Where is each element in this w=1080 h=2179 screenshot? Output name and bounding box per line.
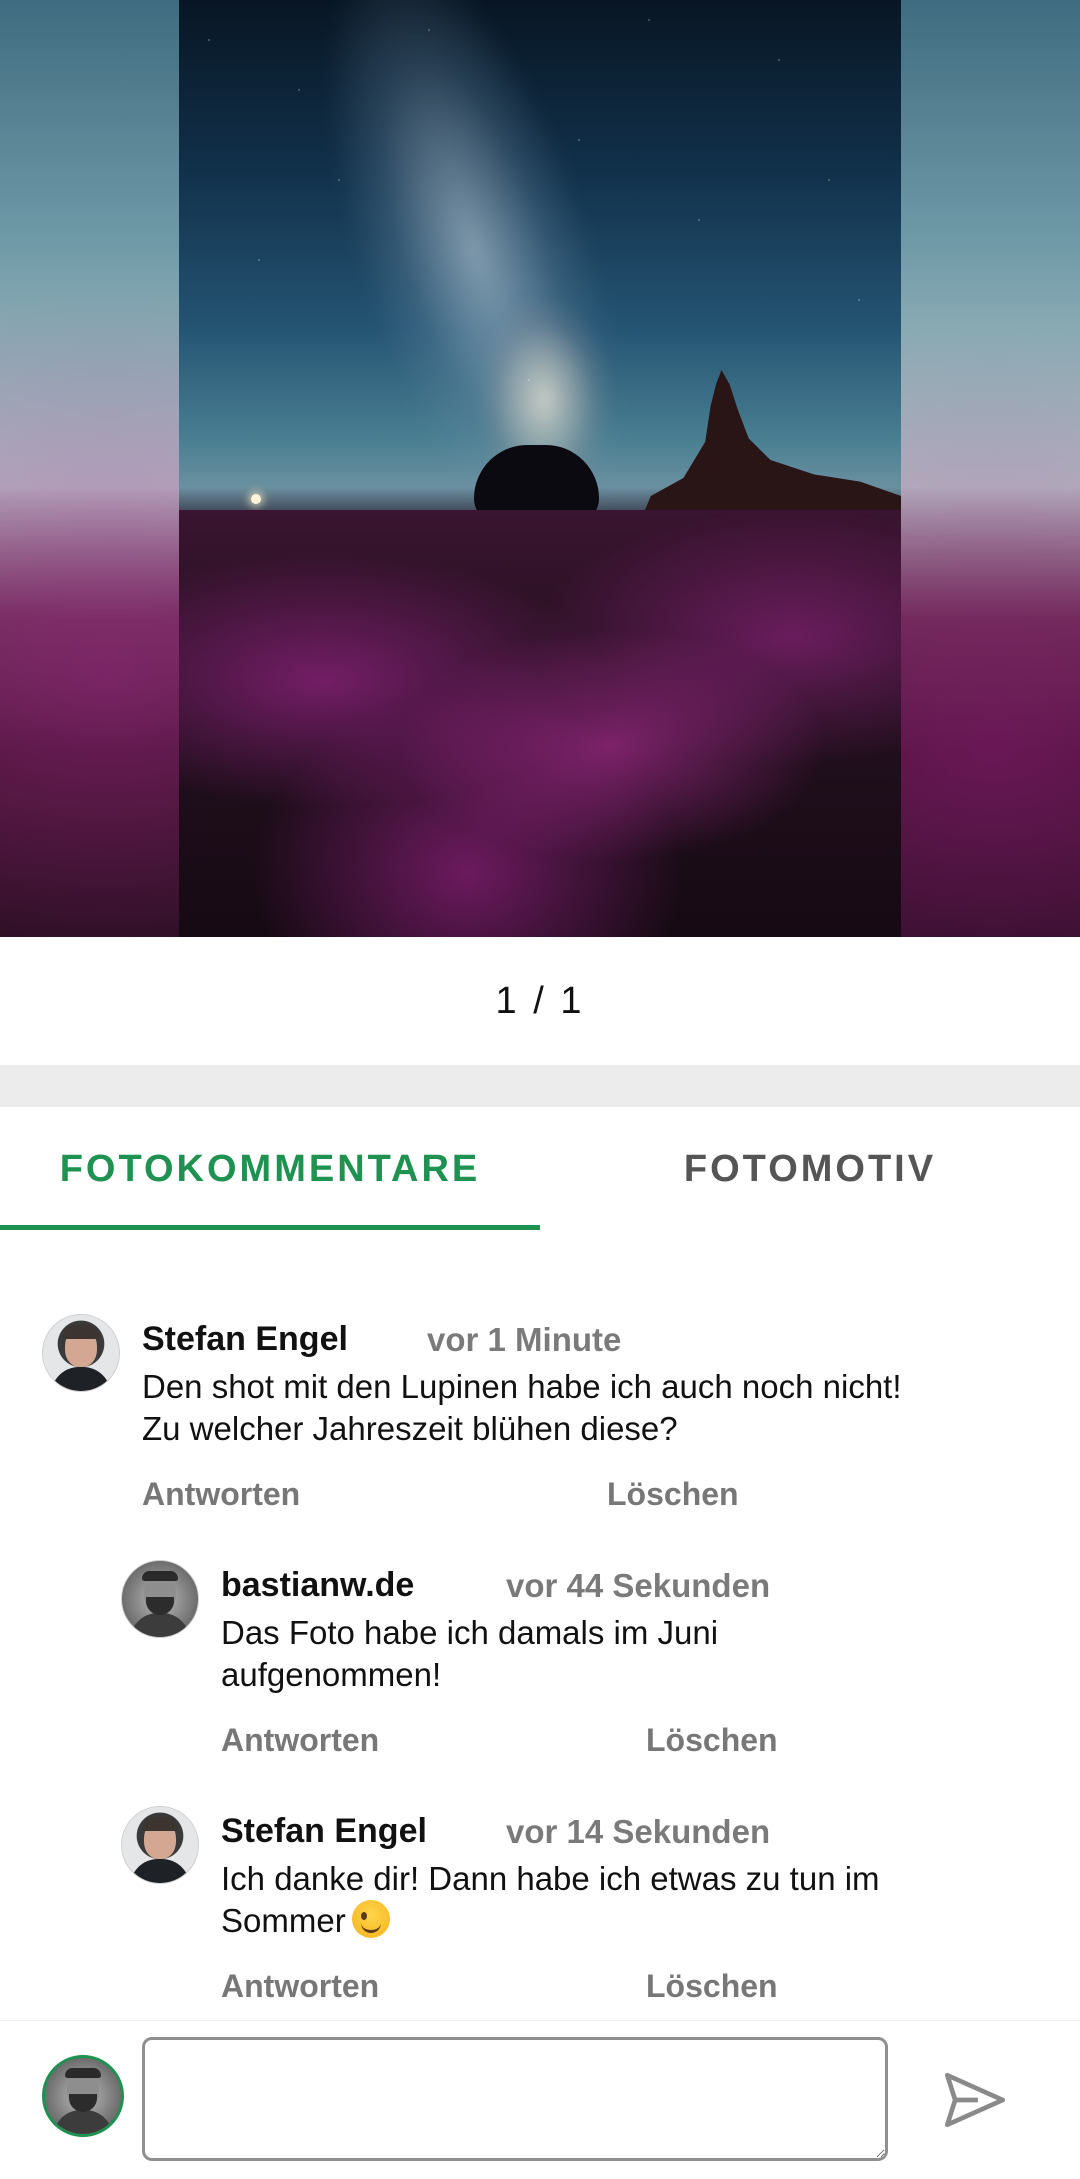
delete-button[interactable]: Löschen xyxy=(607,1476,739,1513)
current-user-avatar xyxy=(42,2055,124,2137)
avatar[interactable] xyxy=(121,1806,199,1884)
comment-text-line: Den shot mit den Lupinen habe ich auch n… xyxy=(142,1368,902,1405)
comment-timestamp: vor 44 Sekunden xyxy=(506,1567,771,1604)
comment-reply-item: Stefan Engel vor 14 Sekunden Ich danke d… xyxy=(0,1802,980,2022)
pager-text: 1 / 1 xyxy=(495,979,585,1022)
comment-author[interactable]: bastianw.de xyxy=(221,1566,414,1605)
comment-text-line: aufgenommen! xyxy=(221,1656,442,1693)
comment-text: Ich danke dir! Dann habe ich etwas zu tu… xyxy=(221,1858,1041,1942)
comment-input[interactable] xyxy=(142,2037,888,2161)
avatar[interactable] xyxy=(42,1314,120,1392)
send-icon xyxy=(944,2072,1006,2128)
comment-item: Stefan Engel vor 1 Minute Den shot mit d… xyxy=(0,1310,980,1530)
tab-fotomotiv[interactable]: FOTOMOTIV xyxy=(540,1107,1080,1232)
comment-reply-item: bastianw.de vor 44 Sekunden Das Foto hab… xyxy=(0,1556,980,1776)
comment-compose-bar xyxy=(0,2020,1080,2179)
tab-bar: FOTOKOMMENTARE FOTOMOTIV xyxy=(0,1107,1080,1232)
photo-image[interactable] xyxy=(179,0,901,937)
delete-button[interactable]: Löschen xyxy=(646,1722,778,1759)
reply-button[interactable]: Antworten xyxy=(142,1476,300,1513)
comment-text-line: Sommer xyxy=(221,1900,1041,1942)
comment-timestamp: vor 14 Sekunden xyxy=(506,1813,771,1850)
send-button[interactable] xyxy=(940,2065,1010,2135)
comment-text-line: Das Foto habe ich damals im Juni xyxy=(221,1614,719,1651)
comment-text-line-part: Sommer xyxy=(221,1902,346,1939)
comment-author[interactable]: Stefan Engel xyxy=(142,1320,348,1359)
reply-button[interactable]: Antworten xyxy=(221,1968,379,2005)
tab-fotokommentare[interactable]: FOTOKOMMENTARE xyxy=(0,1107,540,1232)
reply-button[interactable]: Antworten xyxy=(221,1722,379,1759)
flower-field xyxy=(179,510,901,937)
comment-text-line: Ich danke dir! Dann habe ich etwas zu tu… xyxy=(221,1860,880,1897)
comment-text: Das Foto habe ich damals im Juni aufgeno… xyxy=(221,1612,1041,1696)
comment-text: Den shot mit den Lupinen habe ich auch n… xyxy=(142,1366,1042,1450)
comment-author[interactable]: Stefan Engel xyxy=(221,1812,427,1851)
bright-star xyxy=(251,494,261,504)
delete-button[interactable]: Löschen xyxy=(646,1968,778,2005)
photo-pager: 1 / 1 xyxy=(0,937,1080,1065)
comment-text-line: Zu welcher Jahreszeit blühen diese? xyxy=(142,1410,678,1447)
avatar[interactable] xyxy=(121,1560,199,1638)
photo-viewer[interactable] xyxy=(0,0,1080,937)
winking-face-icon xyxy=(351,1900,390,1938)
section-divider xyxy=(0,1065,1080,1107)
comment-timestamp: vor 1 Minute xyxy=(427,1321,622,1358)
